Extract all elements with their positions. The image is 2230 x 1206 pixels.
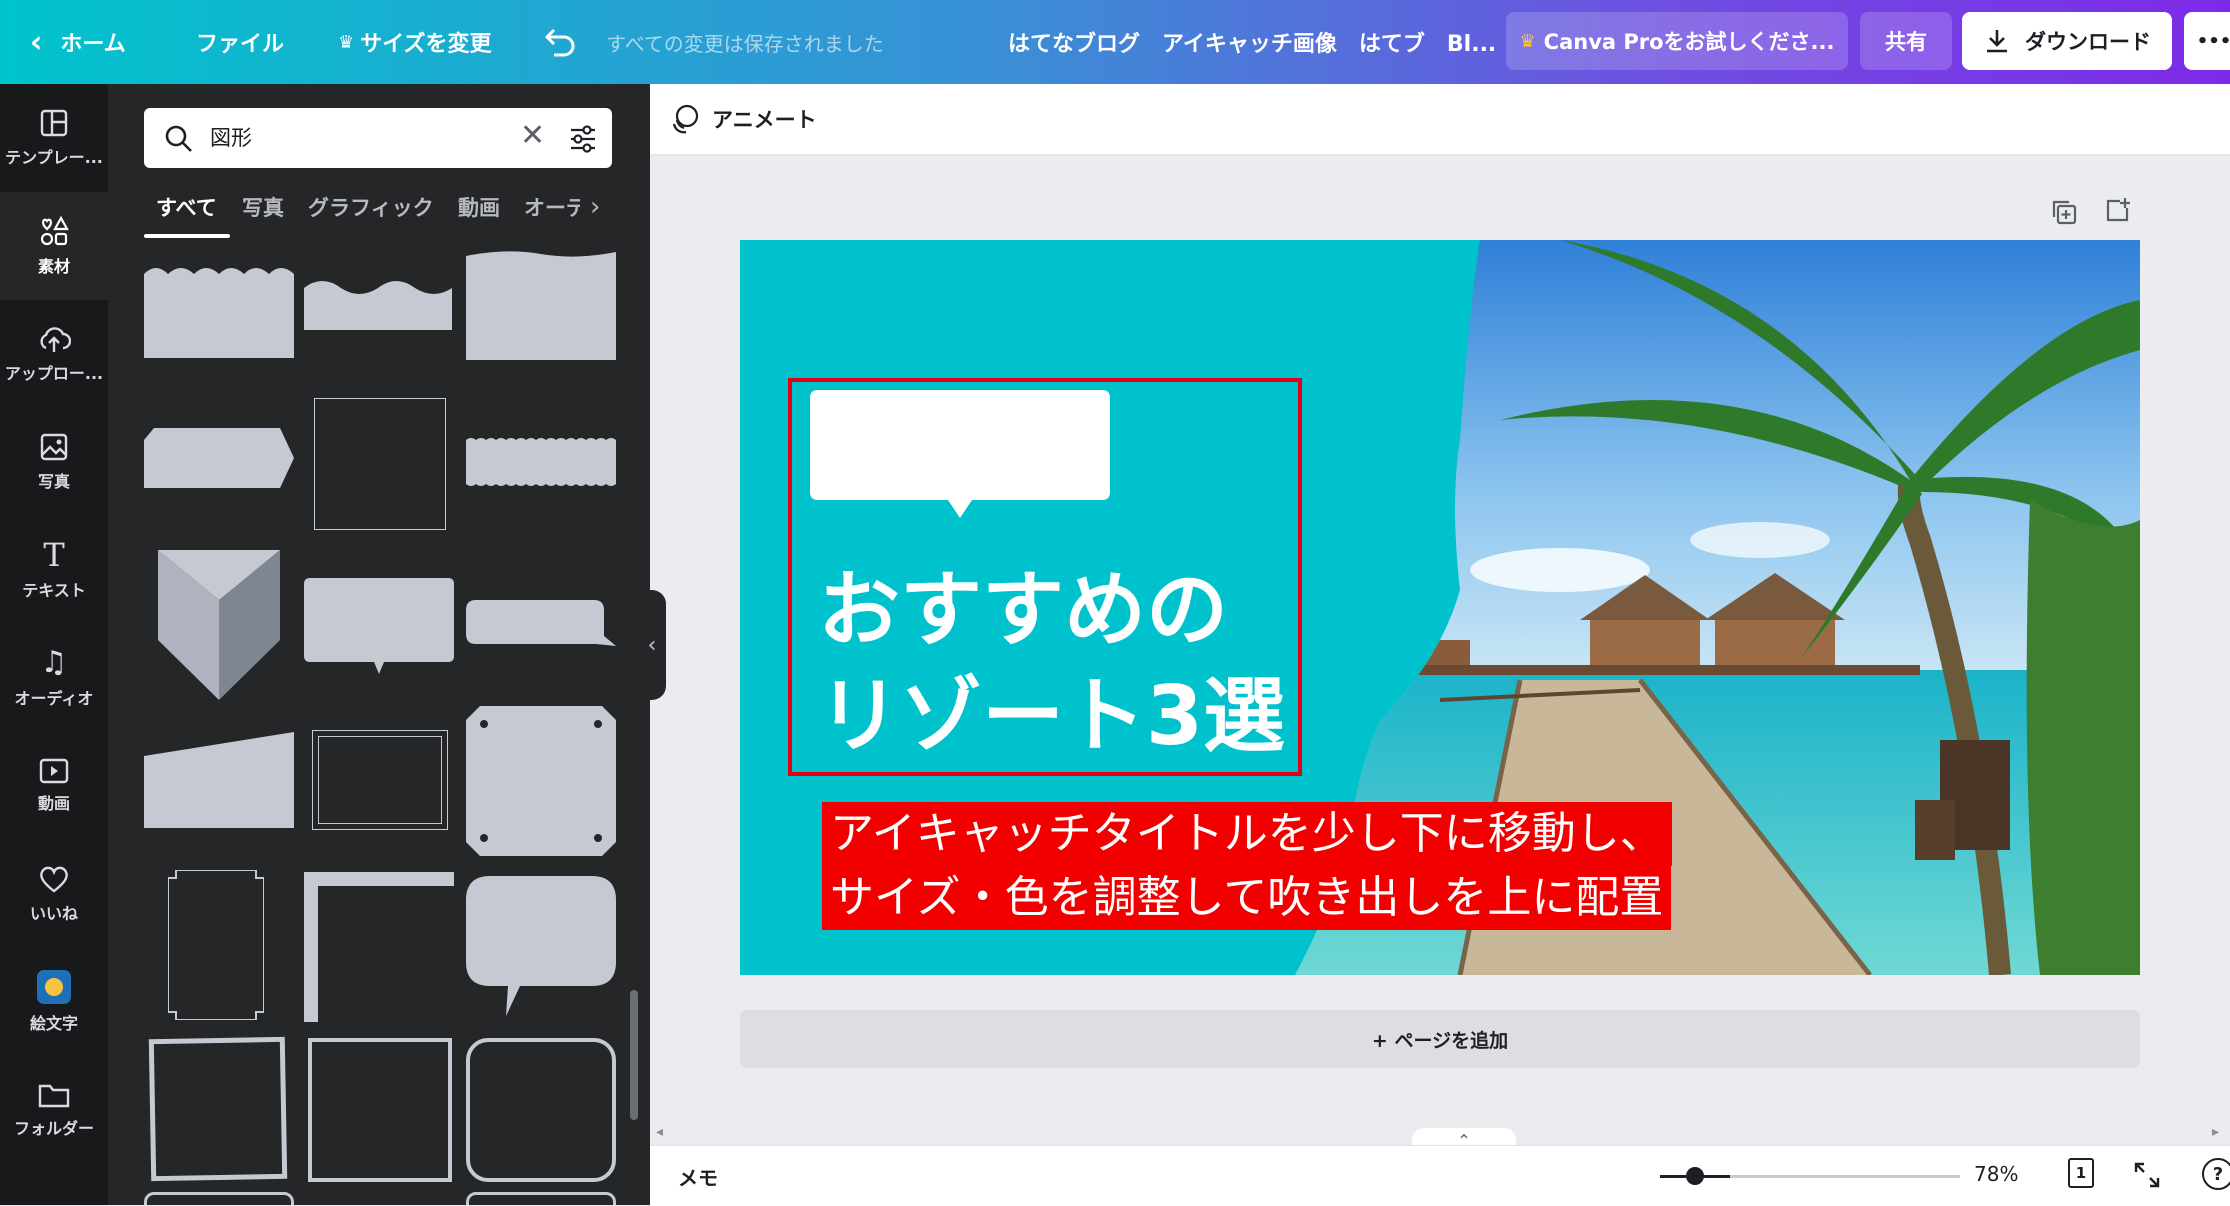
tab-audio[interactable]: オーデ: [524, 192, 580, 232]
heart-icon: [40, 866, 68, 893]
help-icon[interactable]: ?: [2202, 1158, 2230, 1190]
rail-item-folders[interactable]: フォルダー: [0, 1056, 108, 1164]
file-label: ファイル: [196, 32, 285, 57]
shape-frame-ornate[interactable]: [308, 726, 452, 834]
search-input[interactable]: 図形: [210, 122, 252, 152]
document-title[interactable]: はてなブログ アイキャッチ画像 はてブ Bl...: [1008, 0, 1496, 84]
rail-item-photos[interactable]: 写真: [0, 408, 108, 516]
emoji-icon: [37, 970, 71, 1004]
crown-icon: ♛: [1519, 30, 1536, 52]
shape-corner-bracket[interactable]: [304, 872, 454, 1022]
shape-scalloped-banner[interactable]: [466, 436, 616, 488]
resize-label: サイズを変更: [360, 32, 492, 57]
add-page-button[interactable]: + ページを追加: [740, 1010, 2140, 1068]
shape-frame-square[interactable]: [308, 392, 452, 536]
filter-icon[interactable]: [568, 124, 598, 154]
zoom-out-icon[interactable]: [1660, 1175, 1686, 1178]
zoom-level[interactable]: 78%: [1974, 1162, 2018, 1186]
rail-item-likes[interactable]: いいね: [0, 840, 108, 948]
bottom-bar: メモ 78% 1 ?: [650, 1145, 2230, 1206]
page-count-icon[interactable]: 1: [2068, 1158, 2094, 1188]
undo-icon: [544, 28, 575, 57]
home-label: ホーム: [60, 32, 126, 57]
active-tab-indicator: [144, 234, 230, 238]
resize-button[interactable]: ♛ サイズを変更: [338, 0, 491, 84]
scroll-left-icon[interactable]: ◂: [656, 1124, 663, 1140]
tab-graphics[interactable]: グラフィック: [308, 192, 434, 232]
tab-photos[interactable]: 写真: [242, 192, 284, 232]
tab-video[interactable]: 動画: [458, 192, 500, 232]
shapes-grid: [108, 248, 650, 1205]
zoom-slider-track[interactable]: [1690, 1175, 1960, 1178]
shape-3d-pentagon[interactable]: [158, 550, 280, 700]
animate-icon: [672, 104, 699, 134]
download-button[interactable]: ダウンロード: [1962, 12, 2172, 70]
shape-trapezoid[interactable]: [144, 732, 294, 828]
rail-item-emoji[interactable]: 絵文字: [0, 948, 108, 1056]
shape-rounded-square-frame[interactable]: [466, 1038, 616, 1182]
rail-item-templates[interactable]: テンプレー...: [0, 84, 108, 192]
rail-item-text[interactable]: T テキスト: [0, 516, 108, 624]
rail-item-audio[interactable]: ♫ オーディオ: [0, 624, 108, 732]
add-page-icon[interactable]: [2104, 196, 2132, 224]
shape-speech-bubble-wide[interactable]: [466, 600, 616, 648]
undo-button[interactable]: [542, 0, 576, 84]
annotation-label-1: アイキャッチタイトルを少し下に移動し、: [822, 802, 1672, 866]
home-button[interactable]: ‹ ホーム: [30, 0, 126, 84]
shape-speech-bubble[interactable]: [304, 578, 454, 674]
animate-button[interactable]: アニメート: [668, 102, 817, 136]
shape-rounded-speech-bubble[interactable]: [466, 876, 616, 1016]
scroll-right-icon[interactable]: ▸: [2212, 1124, 2219, 1140]
fullscreen-icon[interactable]: [2132, 1160, 2162, 1190]
shape-wavy-rectangle[interactable]: [144, 262, 294, 358]
search-icon: [165, 125, 192, 152]
zoom-slider-handle[interactable]: [1686, 1167, 1704, 1185]
rail-item-elements[interactable]: 素材: [0, 192, 108, 300]
more-options-button[interactable]: •••: [2184, 12, 2230, 70]
shape-rounded-frame-partial[interactable]: [144, 1192, 294, 1205]
notes-button[interactable]: メモ: [678, 1162, 718, 1191]
shape-octagon-bolts[interactable]: [466, 706, 616, 856]
download-icon: [1987, 30, 2007, 53]
panel-scrollbar[interactable]: [630, 990, 638, 1120]
canva-pro-trial-button[interactable]: ♛ Canva Proをお試しくださ...: [1506, 12, 1848, 70]
shape-wave-banner[interactable]: [304, 278, 452, 330]
duplicate-page-icon[interactable]: [2050, 198, 2078, 226]
collapse-panel-handle[interactable]: ‹: [638, 590, 666, 700]
template-icon: [40, 109, 68, 137]
chevron-right-icon[interactable]: ›: [590, 192, 600, 222]
search-box[interactable]: 図形 ✕: [144, 108, 612, 168]
rail-item-uploads[interactable]: アップロー...: [0, 300, 108, 408]
folder-icon: [38, 1084, 70, 1108]
shape-square-frame[interactable]: [308, 1038, 452, 1182]
design-canvas[interactable]: おすすめの リゾート3選 アイキャッチタイトルを少し下に移動し、 サイズ・色を調…: [740, 240, 2140, 975]
photo-icon: [40, 433, 68, 461]
video-icon: [39, 758, 69, 784]
save-status: すべての変更は保存されました: [606, 31, 884, 56]
shape-square-frame-thick[interactable]: [148, 1036, 288, 1182]
highlight-box: [788, 378, 1302, 776]
tab-all[interactable]: すべて: [156, 192, 217, 232]
upload-icon: [40, 327, 71, 352]
shape-arrow-tag[interactable]: [144, 428, 294, 488]
clear-search-icon[interactable]: ✕: [520, 118, 545, 153]
rail-item-video[interactable]: 動画: [0, 732, 108, 840]
text-icon: T: [43, 536, 65, 574]
editor-toolbar: アニメート: [650, 84, 2230, 155]
shape-torn-paper[interactable]: [466, 248, 616, 360]
audio-icon: ♫: [40, 645, 68, 680]
crown-icon: ♛: [338, 31, 355, 53]
left-icon-rail: テンプレー... 素材 アップロー... 写真 T テキスト ♫ オーディオ 動…: [0, 84, 108, 1205]
elements-icon: [40, 215, 69, 246]
annotation-label-2: サイズ・色を調整して吹き出しを上に配置: [822, 866, 1672, 930]
chevron-left-icon: ‹: [30, 24, 43, 60]
shape-frame-notched[interactable]: [168, 870, 264, 1020]
file-menu-button[interactable]: ファイル: [196, 0, 284, 84]
shape-rounded-frame-partial[interactable]: [466, 1192, 616, 1205]
share-button[interactable]: 共有: [1860, 12, 1952, 70]
top-bar: ‹ ホーム ファイル ♛ サイズを変更 すべての変更は保存されました はてなブロ…: [0, 0, 2230, 84]
